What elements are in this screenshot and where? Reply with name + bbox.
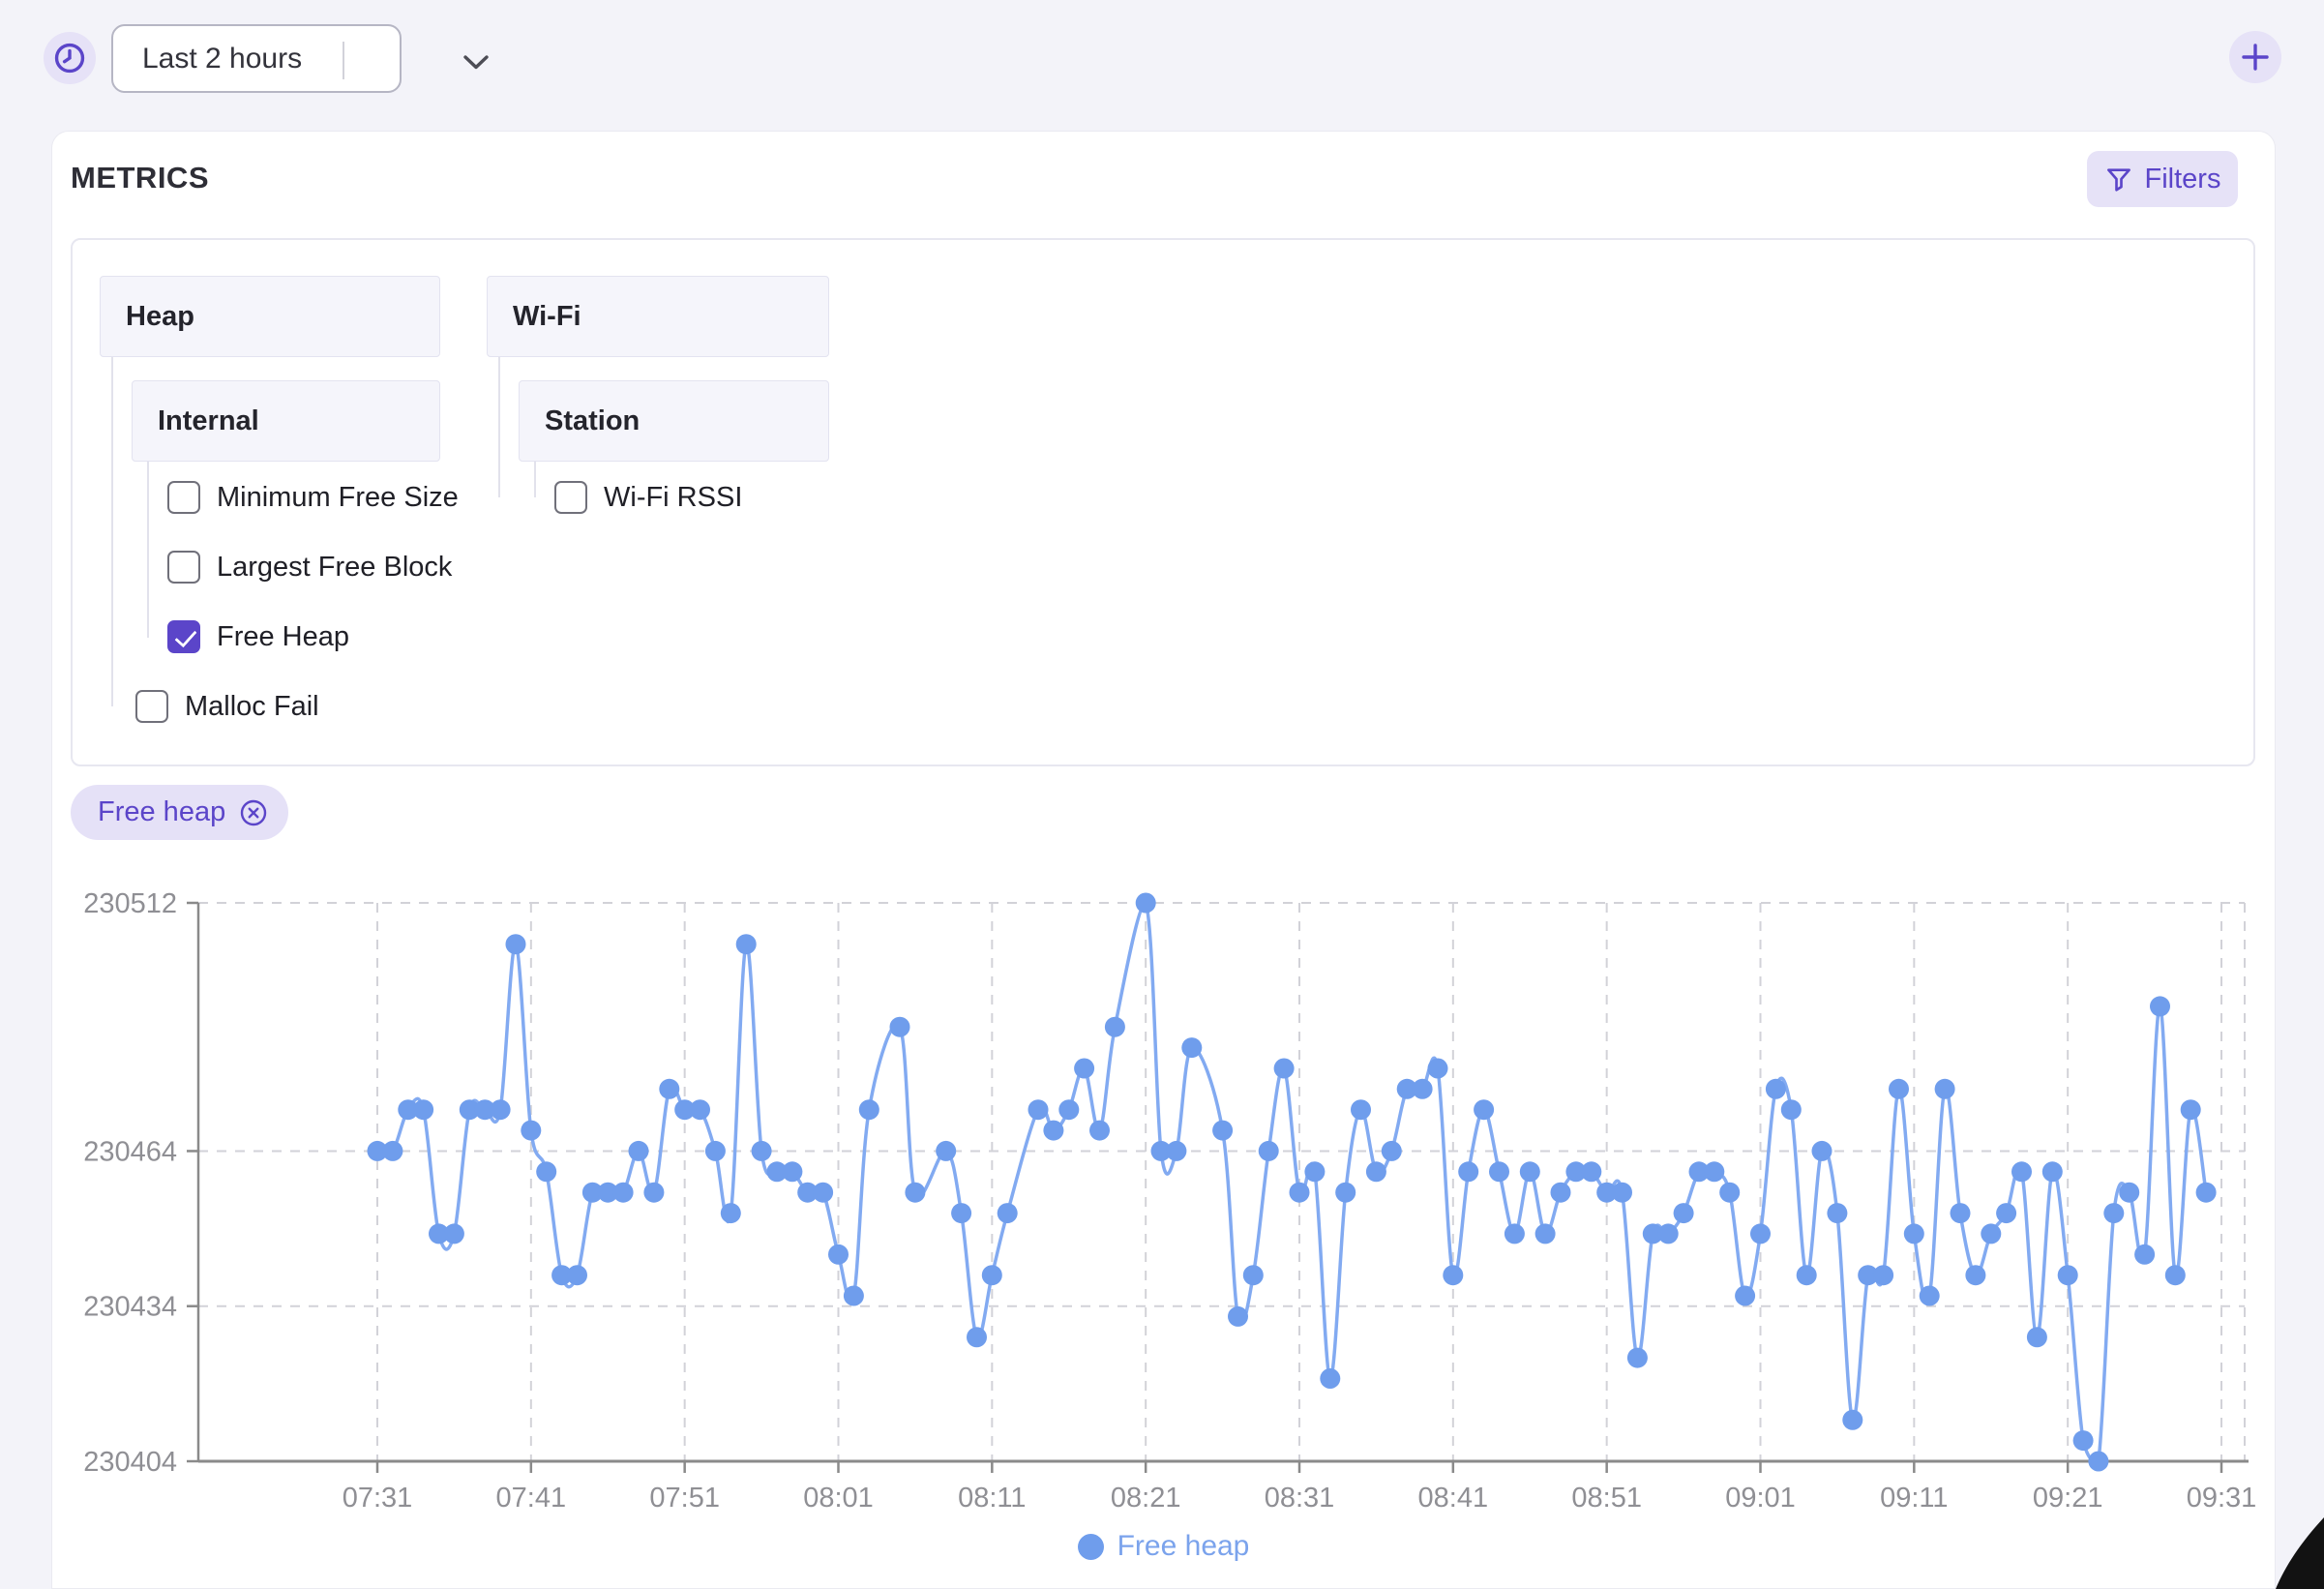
dashboard-page: Last 2 hours METRICS Filters Heap Wi-Fi … [0, 0, 2324, 1589]
svg-text:09:21: 09:21 [2033, 1483, 2103, 1514]
svg-text:230512: 230512 [83, 888, 177, 919]
svg-text:230434: 230434 [83, 1292, 177, 1323]
svg-text:230464: 230464 [83, 1136, 177, 1167]
legend-label: Free heap [1117, 1530, 1250, 1562]
svg-text:07:51: 07:51 [649, 1483, 720, 1514]
svg-text:08:41: 08:41 [1418, 1483, 1489, 1514]
svg-text:07:41: 07:41 [496, 1483, 567, 1514]
svg-text:230404: 230404 [83, 1447, 177, 1478]
svg-text:08:11: 08:11 [958, 1483, 1026, 1514]
svg-text:08:21: 08:21 [1111, 1483, 1181, 1514]
svg-text:08:01: 08:01 [803, 1483, 874, 1514]
legend-marker-icon [1077, 1533, 1104, 1560]
svg-text:09:31: 09:31 [2187, 1483, 2257, 1514]
svg-text:07:31: 07:31 [343, 1483, 413, 1514]
svg-text:08:31: 08:31 [1265, 1483, 1335, 1514]
svg-text:08:51: 08:51 [1571, 1483, 1642, 1514]
svg-text:09:01: 09:01 [1725, 1483, 1796, 1514]
chart-legend[interactable]: Free heap [51, 1530, 2276, 1563]
svg-text:09:11: 09:11 [1880, 1483, 1948, 1514]
free-heap-line-chart[interactable]: 230512 230464 230434 230404 07:31 07:41 07:51 0… [0, 0, 2324, 1589]
